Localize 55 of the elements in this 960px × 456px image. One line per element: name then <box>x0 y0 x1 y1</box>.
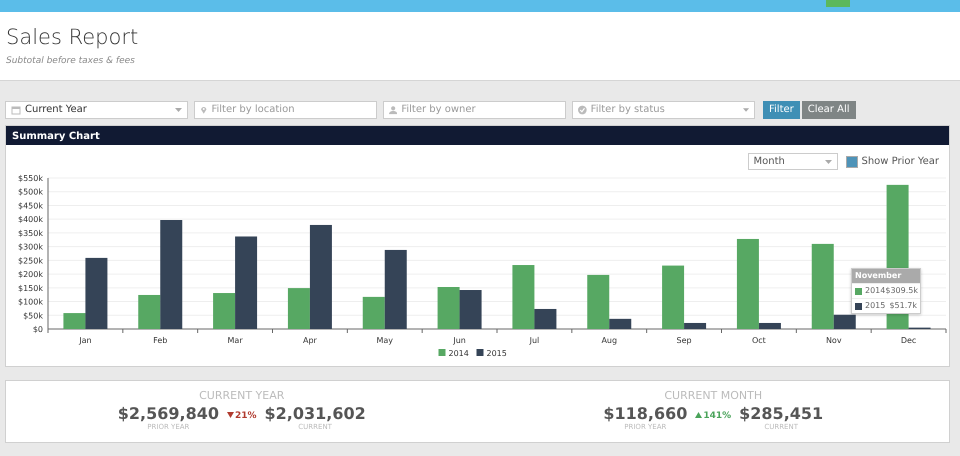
checkbox-label: Show Prior Year <box>862 155 939 169</box>
x-axis-label: Jul <box>530 336 540 345</box>
tooltip-value: $309.5k <box>885 285 918 297</box>
location-field[interactable]: Filter by location <box>194 100 377 118</box>
x-axis-label: Jun <box>453 336 466 345</box>
y-axis-label: $100k <box>18 298 43 307</box>
x-axis-label: Dec <box>900 336 916 345</box>
field-value: Month <box>754 155 786 169</box>
y-axis-label: $0 <box>32 325 43 334</box>
x-axis-label: Jan <box>79 336 92 345</box>
summary-title: CURRENT YEAR <box>199 388 284 404</box>
tooltip-value: $51.7k <box>889 300 917 312</box>
x-axis-label: Aug <box>601 336 618 345</box>
filter-button[interactable]: Filter <box>763 100 800 118</box>
x-axis-label: Sep <box>676 336 692 345</box>
page-subtitle: Subtotal before taxes & fees <box>6 55 136 68</box>
x-axis-label: Apr <box>303 336 317 345</box>
amount: $2,569,840 <box>118 404 219 422</box>
legend-label: 2015 <box>486 349 507 358</box>
y-axis-label: $300k <box>18 242 43 252</box>
status-select[interactable]: Filter by status <box>590 102 739 117</box>
tooltip-title: November <box>852 269 920 283</box>
y-axis-label: $250k <box>18 256 43 266</box>
x-axis-label: Nov <box>826 336 842 345</box>
y-axis-label: $350k <box>18 228 43 238</box>
amount: $285,451 <box>739 404 824 422</box>
y-axis-label: $500k <box>18 188 43 197</box>
period-select[interactable]: Current Year <box>5 100 188 118</box>
amount: $2,031,602 <box>264 404 366 422</box>
interval-select[interactable]: Month <box>748 153 838 170</box>
amount: $118,660 <box>603 404 688 422</box>
summary-title: CURRENT MONTH <box>664 388 762 404</box>
owner-field[interactable]: Filter by owner <box>383 100 566 118</box>
y-axis-label: $450k <box>18 201 43 210</box>
percent-change: 21% <box>218 410 265 423</box>
x-axis-label: Oct <box>752 336 766 345</box>
y-axis-label: $550k <box>18 174 43 183</box>
x-axis-label: Feb <box>153 336 168 345</box>
legend-label: 2014 <box>448 349 469 358</box>
status-select[interactable]: Filter by status <box>572 100 755 118</box>
x-axis-label: May <box>376 336 394 345</box>
x-axis-label: Mar <box>228 336 243 345</box>
y-axis-label: $200k <box>18 270 43 280</box>
location-field[interactable]: Filter by location <box>211 102 371 117</box>
tooltip-label: 2015 <box>865 300 886 312</box>
y-axis-label: $50k <box>23 311 43 320</box>
panel-title: Summary Chart <box>6 126 949 145</box>
owner-field[interactable]: Filter by owner <box>401 102 560 117</box>
clear-button[interactable]: Clear All <box>802 100 856 118</box>
page-title: Sales Report <box>6 26 140 50</box>
y-axis-label: $150k <box>18 284 43 293</box>
y-axis-label: $400k <box>18 215 43 224</box>
field-value: Current Year <box>25 103 88 117</box>
percent-change: 141% <box>687 410 740 423</box>
tooltip-label: 2014 <box>865 285 886 297</box>
